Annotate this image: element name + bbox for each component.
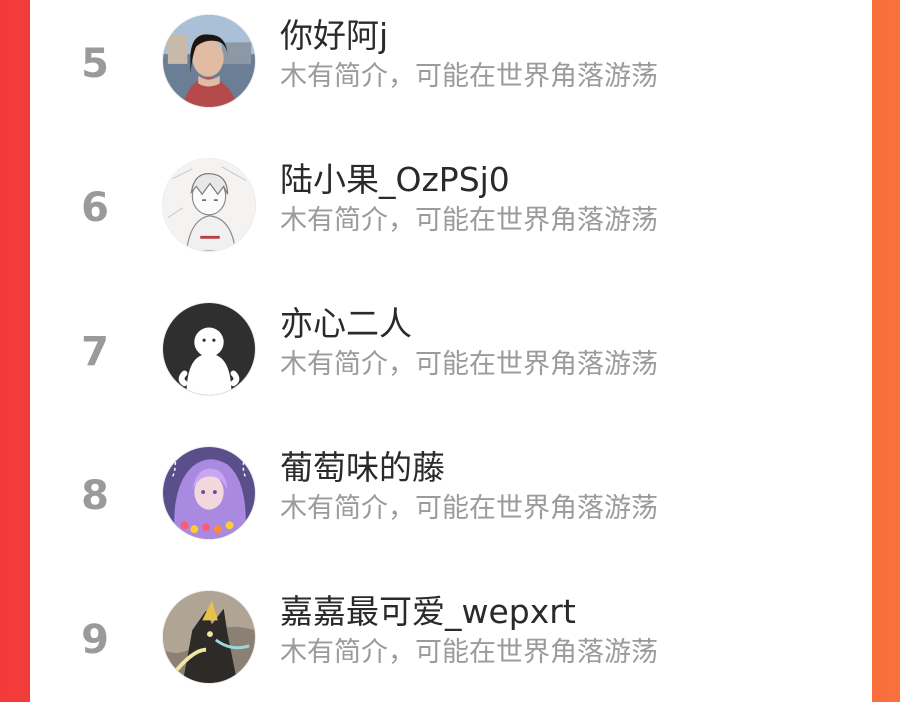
- user-bio: 木有简介，可能在世界角落游荡: [280, 61, 658, 92]
- list-item[interactable]: 8 葡萄味的藤 木有简介，可能在世界角落游荡: [30, 436, 872, 556]
- list-item[interactable]: 9 嘉嘉最可爱_wepxrt 木有简介，可能在世界角落游荡: [30, 580, 872, 700]
- username[interactable]: 葡萄味的藤: [280, 448, 445, 488]
- avatar-photo-girl-icon[interactable]: [162, 14, 256, 108]
- list-item[interactable]: 6 陆小果_OzPSj0 木有简介，可能在世界角落游荡: [30, 148, 872, 268]
- rank-number: 5: [81, 41, 109, 87]
- app-background: 5 你好阿j 木有简介，可能在世界角落游荡 6 陆小果_OzPSj0 木有简介，…: [0, 0, 900, 702]
- ranking-list-panel: 5 你好阿j 木有简介，可能在世界角落游荡 6 陆小果_OzPSj0 木有简介，…: [30, 0, 872, 702]
- username[interactable]: 你好阿j: [280, 16, 388, 56]
- rank-number: 9: [81, 617, 109, 663]
- user-bio: 木有简介，可能在世界角落游荡: [280, 205, 658, 236]
- rank-number: 6: [81, 185, 109, 231]
- username[interactable]: 嘉嘉最可爱_wepxrt: [280, 592, 576, 632]
- user-bio: 木有简介，可能在世界角落游荡: [280, 349, 658, 380]
- user-bio: 木有简介，可能在世界角落游荡: [280, 493, 658, 524]
- username[interactable]: 陆小果_OzPSj0: [280, 160, 510, 200]
- list-item[interactable]: 5 你好阿j 木有简介，可能在世界角落游荡: [30, 4, 872, 124]
- user-bio: 木有简介，可能在世界角落游荡: [280, 637, 658, 668]
- rank-number: 7: [81, 329, 109, 375]
- avatar-game-hero-icon[interactable]: [162, 590, 256, 684]
- username[interactable]: 亦心二人: [280, 304, 412, 344]
- avatar-ghost-icon[interactable]: [162, 302, 256, 396]
- rank-number: 8: [81, 473, 109, 519]
- list-item[interactable]: 7 亦心二人 木有简介，可能在世界角落游荡: [30, 292, 872, 412]
- avatar-anime-purple-icon[interactable]: [162, 446, 256, 540]
- avatar-sketch-girl-icon[interactable]: [162, 158, 256, 252]
